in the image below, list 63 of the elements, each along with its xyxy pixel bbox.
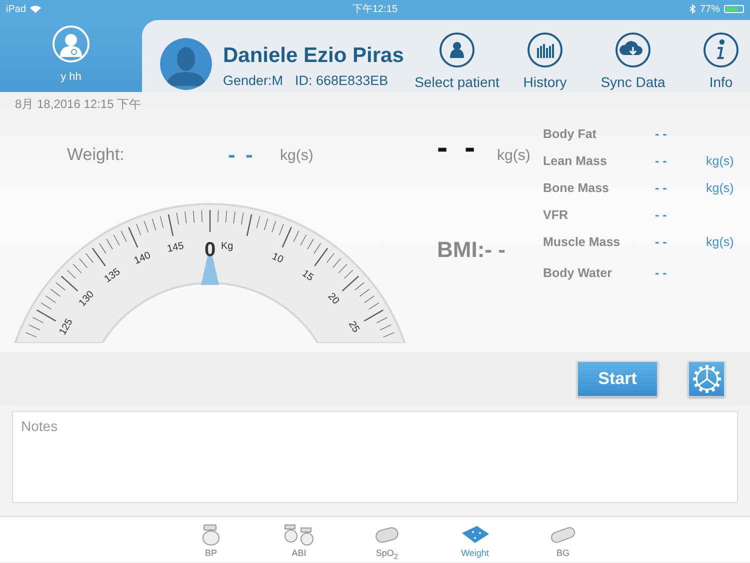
metric-label: Lean Mass xyxy=(543,154,608,168)
dial-label: 10 xyxy=(270,251,285,266)
metric-value: - - xyxy=(655,154,668,168)
device-tab[interactable]: BP xyxy=(167,517,255,562)
weight-value: - - xyxy=(228,142,256,168)
device-tab[interactable]: ABI xyxy=(255,517,343,562)
metric-value: - - xyxy=(655,234,668,248)
battery-percent: 77% xyxy=(700,4,720,14)
nav-button[interactable]: Select patient xyxy=(413,32,501,90)
metric-label: Body Fat xyxy=(543,126,598,140)
metric-value: - - xyxy=(655,180,668,194)
patient-id: ID: 668E833EB xyxy=(295,73,388,88)
nav-button[interactable]: History xyxy=(501,32,589,90)
nav-button[interactable]: Info xyxy=(677,32,750,90)
metric-label: Bone Mass xyxy=(543,180,610,194)
battery-icon xyxy=(724,5,744,13)
cuffs-icon xyxy=(284,523,314,547)
avatar-silhouette xyxy=(160,38,212,90)
metric-unit: kg(s) xyxy=(706,154,735,168)
device-tab[interactable]: SpO$_{2}$ xyxy=(343,517,431,562)
person-icon xyxy=(439,32,475,68)
dial-label: 25 xyxy=(346,320,362,335)
metric-label: VFR xyxy=(543,208,569,222)
dial-label: 130 xyxy=(77,289,96,309)
metric-value: - - xyxy=(655,208,668,222)
patient-gender: Gender:M xyxy=(223,73,284,88)
metric-unit: kg(s) xyxy=(706,234,735,248)
metric-value: - - xyxy=(655,266,668,280)
weight-label: Weight: xyxy=(67,145,126,165)
user-name: y hh xyxy=(60,71,82,83)
weight-unit: kg(s) xyxy=(280,146,314,164)
date-time: 8月 18,2016 12:15 下午 xyxy=(14,96,142,113)
patient-name: Daniele Ezio Piras xyxy=(223,44,405,68)
dial-label: 125 xyxy=(57,317,76,338)
dial-unit-label: Kg xyxy=(221,241,234,252)
wifi-icon xyxy=(30,5,42,13)
dial-label: 135 xyxy=(102,266,122,286)
metric-unit: kg(s) xyxy=(706,180,735,194)
dial-label: 20 xyxy=(325,291,342,307)
bluetooth-icon xyxy=(690,4,696,14)
device-tab[interactable]: Weight xyxy=(431,517,519,562)
bars-icon xyxy=(527,32,563,68)
cloud-icon xyxy=(615,32,651,68)
metric-value: - - xyxy=(655,126,668,140)
settings-button[interactable] xyxy=(688,361,725,397)
dial-label: 145 xyxy=(166,240,185,255)
start-button[interactable]: Start xyxy=(577,361,658,397)
doctor-avatar-icon[interactable] xyxy=(52,25,90,63)
dial-zero-label: 0 xyxy=(204,239,216,261)
reading-value: - - xyxy=(437,129,480,166)
device-tab[interactable]: BG xyxy=(519,517,607,562)
settings-icon xyxy=(692,364,722,394)
metric-label: Muscle Mass xyxy=(543,234,622,248)
dial-label: 140 xyxy=(132,250,152,267)
metric-label: Body Water xyxy=(543,266,613,280)
bmi-value: BMI:- - xyxy=(437,237,506,263)
info-icon xyxy=(703,32,739,68)
carrier-label: iPad xyxy=(6,4,26,14)
reading-unit: kg(s) xyxy=(497,147,530,164)
dial-label: 15 xyxy=(300,268,316,284)
nav-button[interactable]: Sync Data xyxy=(589,32,677,90)
notes-field[interactable]: Notes xyxy=(12,411,738,503)
clock-time: 下午12:15 xyxy=(352,3,398,16)
